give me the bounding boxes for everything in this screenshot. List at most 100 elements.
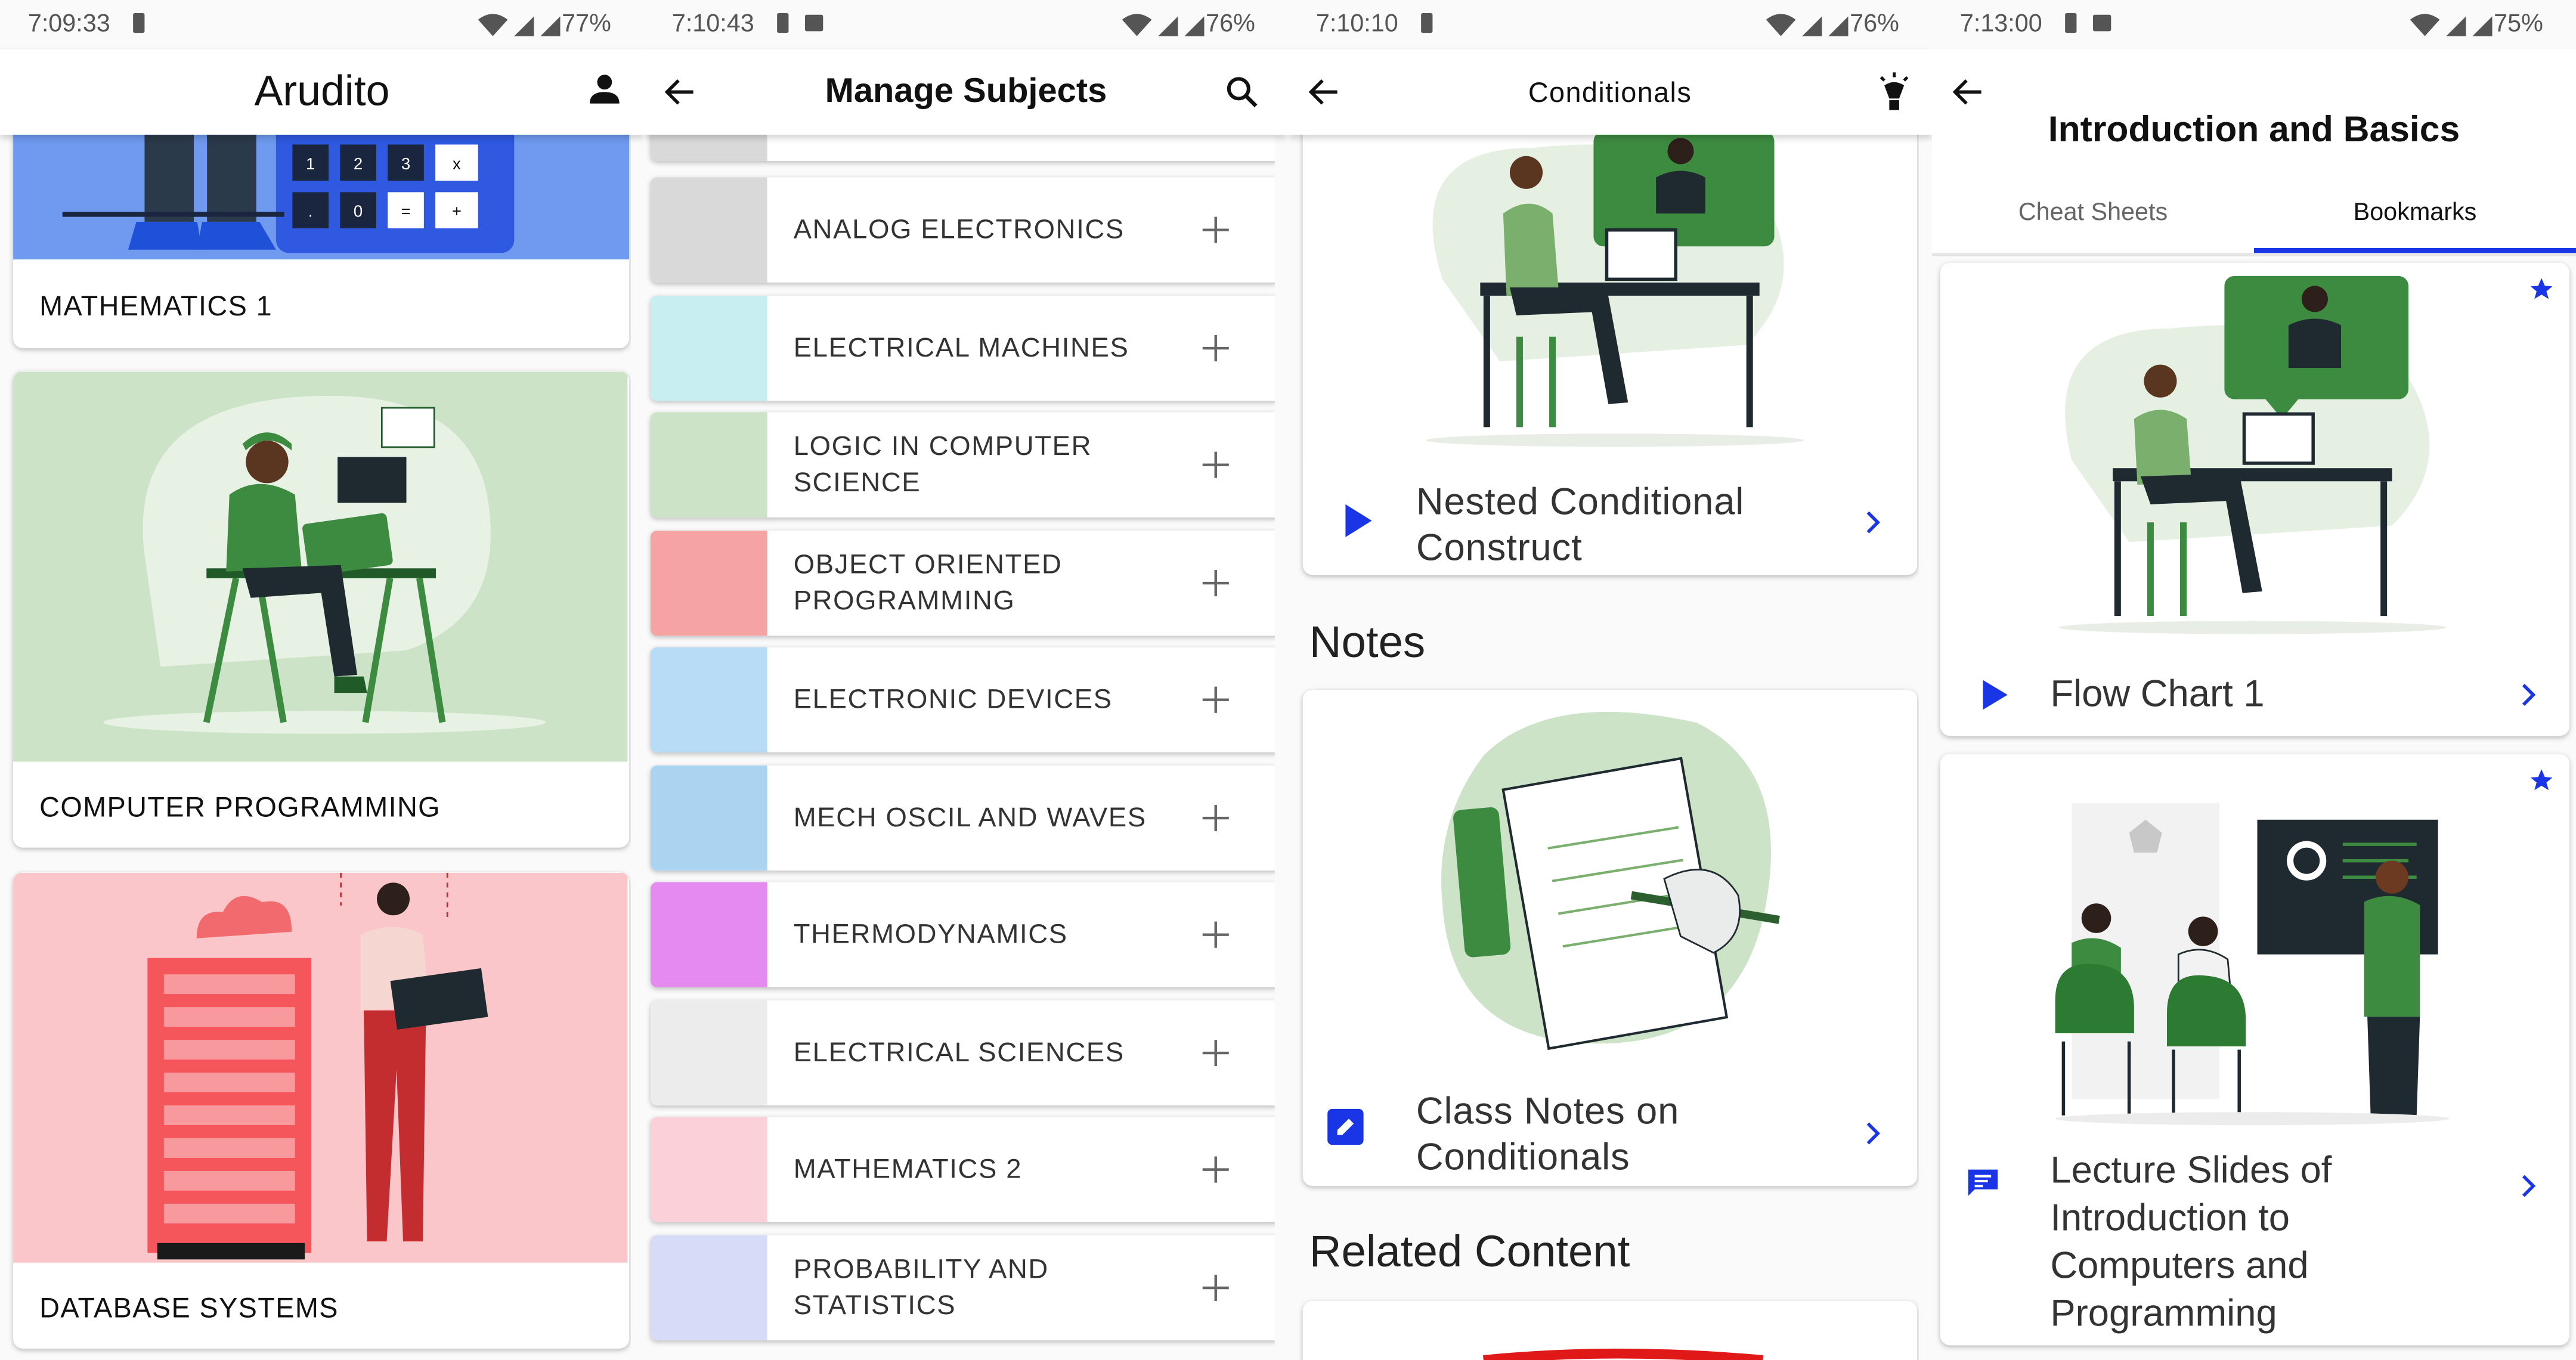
- tab-divider: [1931, 253, 2576, 256]
- bookmark-card[interactable]: Lecture Slides of Introduction to Comput…: [1940, 754, 2569, 1346]
- battery-saver-icon: [777, 13, 789, 33]
- online-class-illustration: [1940, 262, 2569, 649]
- add-icon[interactable]: [1197, 564, 1234, 600]
- list-item[interactable]: ELECTRONIC DEVICES: [651, 647, 1280, 752]
- status-time: 7:10:43: [671, 10, 754, 38]
- panel-gap: [630, 0, 644, 1360]
- calculator-key: 1: [306, 154, 315, 173]
- related-content-card[interactable]: [1302, 1301, 1918, 1360]
- list-item[interactable]: LOGIC IN COMPUTER SCIENCE: [651, 412, 1280, 518]
- subject-label: MECH OSCIL AND WAVES: [793, 802, 1147, 832]
- star-icon[interactable]: [2528, 767, 2555, 794]
- screenshot-collage: 7:09:33 77% Arudito 1 2 3 x . 0 = + MATH…: [0, 0, 2576, 1360]
- search-icon[interactable]: [1225, 76, 1258, 109]
- battery-saver-icon: [133, 13, 145, 33]
- image-notification-icon: [804, 14, 823, 32]
- related-content-heading: Related Content: [1309, 1227, 1630, 1277]
- subject-thumbnail: [651, 295, 767, 400]
- status-time: 7:09:33: [27, 10, 110, 38]
- lightbulb-icon[interactable]: [1876, 72, 1912, 111]
- active-tab-indicator: [2253, 248, 2576, 253]
- subject-thumbnail: [651, 764, 767, 870]
- battery-level: 76%: [1206, 10, 1255, 38]
- subject-thumbnail: [651, 647, 767, 752]
- chevron-right-icon[interactable]: [2520, 683, 2537, 707]
- list-item[interactable]: THERMODYNAMICS: [651, 882, 1280, 987]
- app-title: Arudito: [254, 66, 390, 115]
- add-icon[interactable]: [1197, 799, 1234, 835]
- list-item[interactable]: MECH OSCIL AND WAVES: [651, 764, 1280, 870]
- subject-label: ANALOG ELECTRONICS: [793, 215, 1125, 245]
- add-icon[interactable]: [1197, 329, 1234, 365]
- calculator-key: 3: [401, 154, 410, 173]
- bookmark-card[interactable]: Flow Chart 1: [1940, 262, 2569, 736]
- note-card[interactable]: Class Notes on Conditionals: [1302, 690, 1918, 1186]
- list-item[interactable]: ELECTRICAL MACHINES: [651, 295, 1280, 400]
- image-notification-icon: [2092, 14, 2111, 32]
- subject-thumbnail: [651, 177, 767, 283]
- list-item[interactable]: MATHEMATICS 2: [651, 1117, 1280, 1222]
- calculator-key: x: [453, 154, 461, 173]
- note-title: Class Notes on Conditionals: [1416, 1089, 1680, 1178]
- tab-bar: Cheat Sheets Bookmarks: [1931, 181, 2576, 253]
- chevron-right-icon[interactable]: [1865, 1122, 1881, 1145]
- tab-cheat-sheets[interactable]: Cheat Sheets: [1932, 181, 2254, 253]
- subject-thumbnail: [651, 1117, 767, 1222]
- play-icon[interactable]: [1980, 679, 2010, 711]
- add-icon[interactable]: [1197, 1151, 1234, 1188]
- subject-card-computer-programming[interactable]: COMPUTER PROGRAMMING: [13, 371, 630, 848]
- chevron-right-icon[interactable]: [1865, 511, 1881, 534]
- slides-icon: [1968, 1169, 1998, 1196]
- manage-subjects-screen: 7:10:43 76% Manage Subjects ANALOG ELECT…: [643, 0, 1288, 1360]
- notes-heading: Notes: [1309, 617, 1426, 667]
- list-item[interactable]: ANALOG ELECTRONICS: [651, 177, 1280, 283]
- programmer-illustration: [13, 371, 628, 762]
- add-icon[interactable]: [1197, 1034, 1234, 1070]
- subject-card-mathematics-1[interactable]: 1 2 3 x . 0 = + MATHEMATICS 1: [13, 98, 630, 349]
- add-icon[interactable]: [1197, 212, 1234, 248]
- back-arrow-icon[interactable]: [1949, 72, 1988, 111]
- bookmark-title: Flow Chart 1: [2050, 671, 2265, 715]
- add-icon[interactable]: [1197, 447, 1234, 483]
- page-title: Manage Subjects: [825, 72, 1107, 110]
- bookmarks-screen: 7:13:00 75% Introduction and Basics Chea…: [1931, 0, 2576, 1360]
- battery-level: 75%: [2494, 10, 2543, 38]
- battery-level: 76%: [1850, 10, 1899, 38]
- chevron-right-icon[interactable]: [2520, 1175, 2537, 1198]
- page-title: Conditionals: [1528, 77, 1692, 109]
- calculator-key: .: [308, 202, 313, 221]
- panel-gap: [1274, 0, 1288, 1360]
- list-item[interactable]: ELECTRICAL SCIENCES: [651, 999, 1280, 1105]
- battery-level: 77%: [562, 10, 611, 38]
- subject-label: OBJECT ORIENTED PROGRAMMING: [793, 549, 1063, 615]
- subject-label: MATHEMATICS 2: [793, 1154, 1023, 1185]
- add-icon[interactable]: [1197, 916, 1234, 953]
- tab-bookmarks[interactable]: Bookmarks: [2254, 181, 2576, 253]
- subject-label: COMPUTER PROGRAMMING: [39, 791, 441, 823]
- battery-saver-icon: [2065, 13, 2077, 33]
- calculator-key: +: [452, 202, 462, 221]
- bookmark-title: Lecture Slides of Introduction to Comput…: [2050, 1148, 2332, 1334]
- account-icon[interactable]: [588, 72, 621, 105]
- video-card[interactable]: Nested Conditional Construct: [1302, 98, 1918, 575]
- subject-thumbnail: [651, 882, 767, 987]
- subject-label: ELECTRONIC DEVICES: [793, 684, 1113, 715]
- subject-card-database-systems[interactable]: DATABASE SYSTEMS: [13, 872, 630, 1349]
- subject-thumbnail: [651, 529, 767, 635]
- related-content-thumbnail: [1483, 1348, 1763, 1360]
- list-item[interactable]: OBJECT ORIENTED PROGRAMMING: [651, 529, 1280, 635]
- add-icon[interactable]: [1197, 681, 1234, 718]
- page-title: Introduction and Basics: [2048, 108, 2460, 150]
- panel-gap: [1918, 0, 1932, 1360]
- subject-label: LOGIC IN COMPUTER SCIENCE: [793, 432, 1092, 498]
- star-icon[interactable]: [2528, 276, 2555, 302]
- battery-saver-icon: [1421, 13, 1433, 33]
- add-icon[interactable]: [1197, 1269, 1234, 1305]
- status-time: 7:10:10: [1315, 10, 1398, 38]
- subject-label: PROBABILITY AND STATISTICS: [793, 1254, 1049, 1320]
- play-icon[interactable]: [1342, 503, 1375, 539]
- video-title: Nested Conditional Construct: [1416, 479, 1745, 569]
- list-item[interactable]: PROBABILITY AND STATISTICS: [651, 1234, 1280, 1340]
- home-screen: 7:09:33 77% Arudito 1 2 3 x . 0 = + MATH…: [0, 0, 644, 1360]
- edit-note-icon: [1327, 1108, 1364, 1145]
